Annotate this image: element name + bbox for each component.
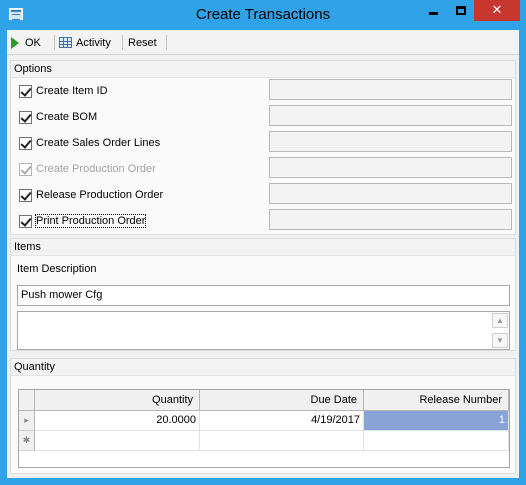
- quantity-group: Quantity Quantity Due Date Release Numbe…: [10, 358, 516, 474]
- items-header: Items: [11, 239, 515, 256]
- new-row-cell[interactable]: [364, 431, 509, 451]
- create-sales-order-lines-checkbox[interactable]: Create Sales Order Lines: [19, 135, 160, 151]
- activity-grid-icon: [59, 37, 72, 48]
- scroll-down-icon[interactable]: ▼: [492, 333, 508, 348]
- checkbox-checked-disabled-icon: [19, 162, 32, 176]
- item-description-field[interactable]: Push mower Cfg: [17, 285, 510, 306]
- current-row-indicator-icon[interactable]: ▸: [19, 411, 35, 431]
- cell-due-date[interactable]: 4/19/2017: [200, 411, 364, 431]
- option-label: Create Item ID: [36, 85, 108, 97]
- release-production-order-field[interactable]: [269, 183, 512, 204]
- quantity-header: Quantity: [11, 359, 515, 376]
- checkbox-checked-icon[interactable]: [19, 110, 32, 124]
- option-label: Create BOM: [36, 111, 98, 123]
- cell-quantity[interactable]: 20.0000: [35, 411, 200, 431]
- new-row-cell[interactable]: [35, 431, 200, 451]
- option-label: Create Sales Order Lines: [36, 137, 161, 149]
- checkbox-checked-icon[interactable]: [19, 214, 32, 228]
- column-header-release-number[interactable]: Release Number: [364, 390, 509, 411]
- print-production-order-field[interactable]: [269, 209, 512, 230]
- item-description-label: Item Description: [17, 263, 97, 275]
- create-bom-field[interactable]: [269, 105, 512, 126]
- play-icon: [11, 36, 19, 49]
- maximize-icon: [455, 6, 466, 15]
- reset-label: Reset: [128, 36, 157, 49]
- option-label: Release Production Order: [36, 189, 164, 201]
- items-group: Items Item Description Push mower Cfg ▲ …: [10, 238, 516, 351]
- memo-scrollbar[interactable]: ▲ ▼: [492, 313, 508, 348]
- minimize-icon: [429, 12, 438, 15]
- create-transactions-window: Create Transactions ✕ OK Activity Reset …: [0, 0, 526, 485]
- option-label: Create Production Order: [36, 163, 156, 175]
- reset-button[interactable]: Reset: [128, 34, 157, 51]
- toolbar-divider: [122, 35, 123, 50]
- checkbox-checked-icon[interactable]: [19, 188, 32, 202]
- column-header-due-date[interactable]: Due Date: [200, 390, 364, 411]
- options-header: Options: [11, 61, 515, 78]
- toolbar-divider: [166, 35, 167, 50]
- release-production-order-checkbox[interactable]: Release Production Order: [19, 187, 163, 203]
- quantity-grid[interactable]: Quantity Due Date Release Number ▸ 20.00…: [18, 389, 510, 468]
- new-row-cell[interactable]: [200, 431, 364, 451]
- maximize-button[interactable]: [447, 0, 474, 21]
- column-header-quantity[interactable]: Quantity: [35, 390, 200, 411]
- create-item-id-checkbox[interactable]: Create Item ID: [19, 83, 108, 99]
- item-description-memo[interactable]: ▲ ▼: [17, 311, 510, 350]
- checkbox-checked-icon[interactable]: [19, 84, 32, 98]
- close-icon: ✕: [491, 3, 503, 18]
- cell-release-number[interactable]: 1: [364, 411, 509, 431]
- title-bar[interactable]: Create Transactions ✕: [0, 0, 526, 30]
- options-group: Options Create Item ID Create BOM Create…: [10, 60, 516, 235]
- grid-corner: [19, 390, 35, 411]
- form-client-area: OK Activity Reset Options Create Item ID: [7, 30, 519, 478]
- checkbox-checked-icon[interactable]: [19, 136, 32, 150]
- minimize-button[interactable]: [420, 0, 447, 21]
- create-production-order-checkbox: Create Production Order: [19, 161, 156, 177]
- ok-button[interactable]: OK: [11, 34, 41, 51]
- scroll-up-icon[interactable]: ▲: [492, 313, 508, 328]
- activity-button[interactable]: Activity: [59, 34, 111, 51]
- ok-label: OK: [25, 36, 41, 49]
- create-production-order-field[interactable]: [269, 157, 512, 178]
- activity-label: Activity: [76, 36, 111, 49]
- option-label: Print Production Order: [34, 214, 147, 228]
- create-sales-order-lines-field[interactable]: [269, 131, 512, 152]
- toolbar: OK Activity Reset: [7, 30, 519, 55]
- create-bom-checkbox[interactable]: Create BOM: [19, 109, 97, 125]
- close-button[interactable]: ✕: [474, 0, 520, 21]
- print-production-order-checkbox[interactable]: Print Production Order: [19, 213, 147, 229]
- toolbar-divider: [54, 35, 55, 50]
- create-item-id-field[interactable]: [269, 79, 512, 100]
- new-row-indicator-icon[interactable]: ✱: [19, 431, 35, 451]
